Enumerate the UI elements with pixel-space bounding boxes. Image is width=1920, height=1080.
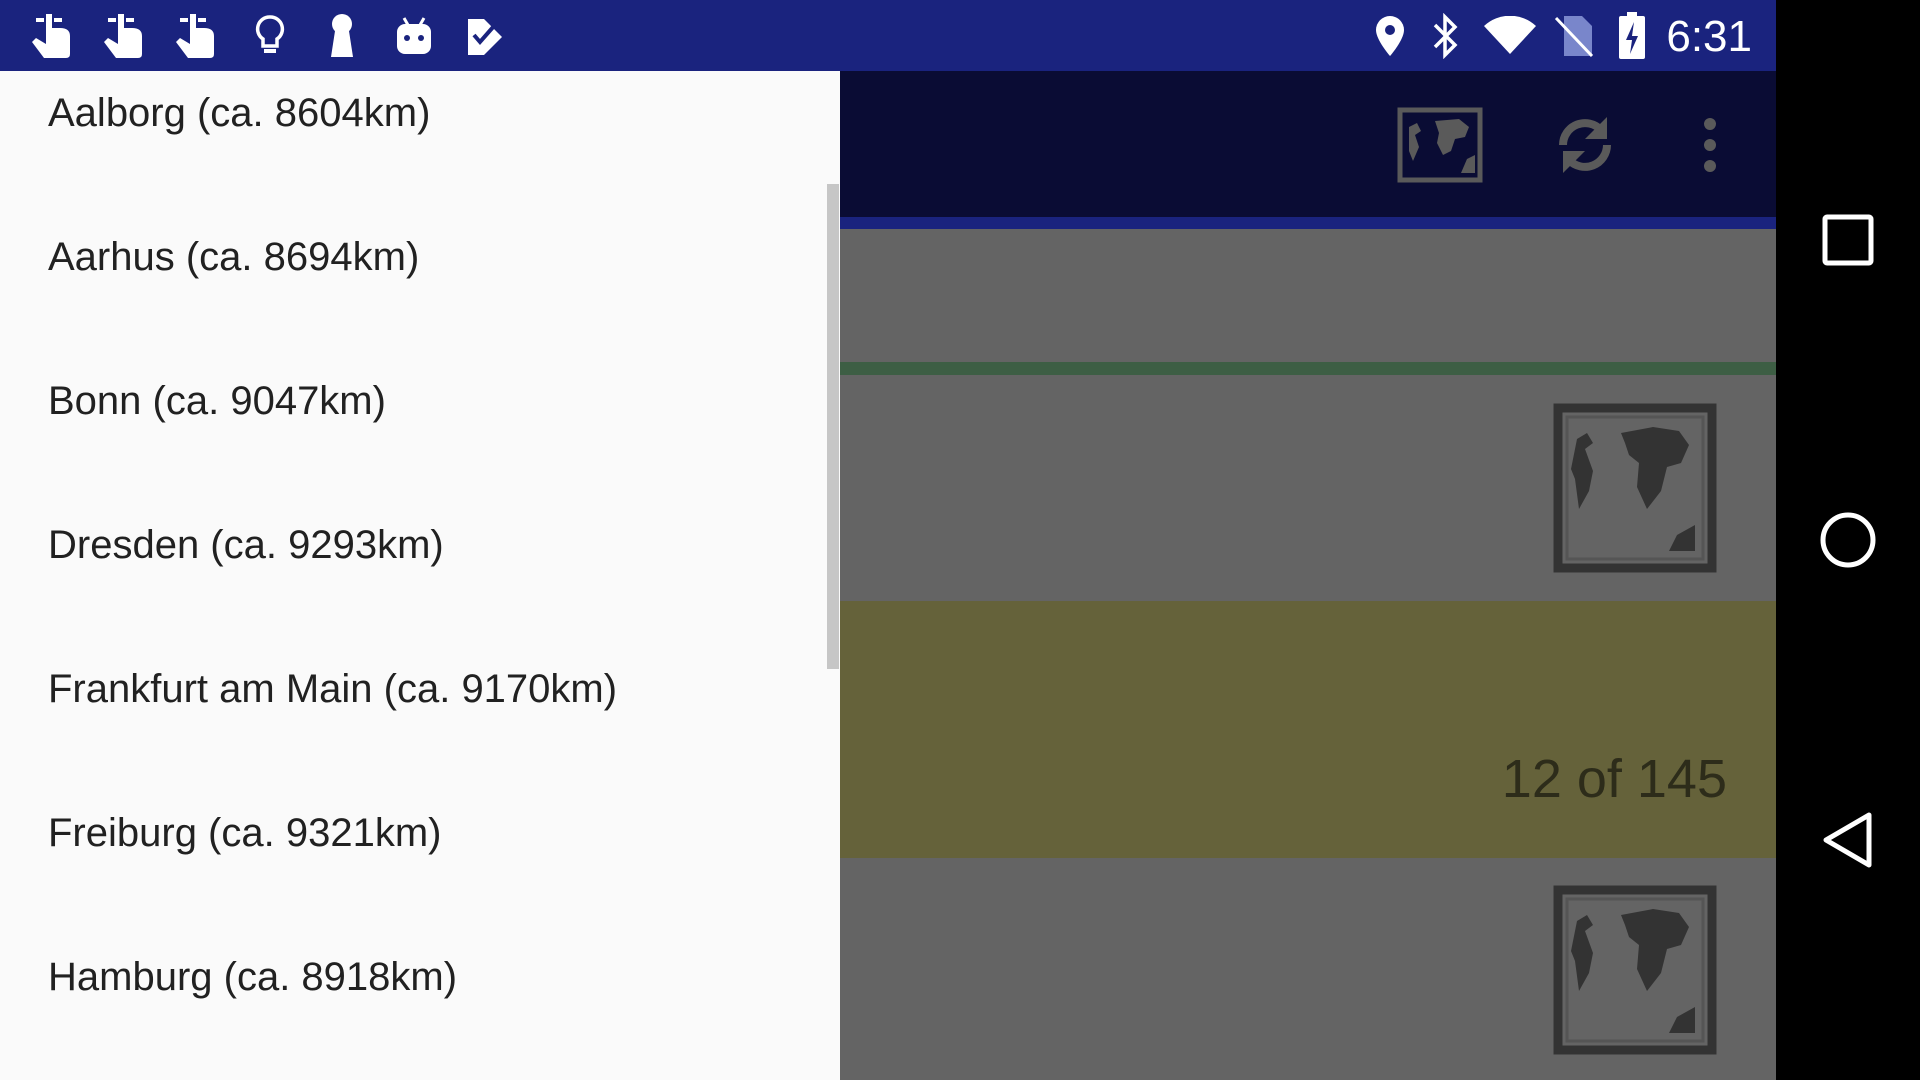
checkmark-icon — [462, 12, 510, 60]
navigation-drawer: Aalborg (ca. 8604km) Aarhus (ca. 8694km)… — [0, 71, 840, 1080]
refresh-button[interactable] — [1540, 100, 1630, 190]
keyhole-icon — [318, 12, 366, 60]
back-button[interactable] — [1812, 804, 1884, 876]
hand-pointer-icon — [28, 12, 76, 60]
item-counter: 12 of 145 — [1501, 749, 1727, 809]
wifi-icon — [1482, 12, 1538, 60]
overflow-menu-button[interactable] — [1665, 100, 1755, 190]
drawer-scrollbar[interactable] — [827, 184, 839, 669]
drawer-item-aarhus[interactable]: Aarhus (ca. 8694km) — [48, 235, 419, 280]
battery-charging-icon — [1608, 12, 1656, 60]
map-view-button[interactable] — [1395, 100, 1485, 190]
drawer-item-hamburg[interactable]: Hamburg (ca. 8918km) — [48, 955, 457, 1000]
lightbulb-icon — [246, 12, 294, 60]
home-button[interactable] — [1812, 504, 1884, 576]
status-clock: 6:31 — [1666, 12, 1752, 61]
refresh-icon — [1559, 117, 1611, 173]
map-thumbnail — [1553, 885, 1717, 1055]
recents-square-icon — [1822, 214, 1874, 266]
hand-pointer-icon — [100, 12, 148, 60]
bluetooth-icon — [1422, 12, 1470, 60]
more-vert-icon — [1704, 118, 1716, 172]
drawer-item-freiburg[interactable]: Freiburg (ca. 9321km) — [48, 811, 441, 856]
drawer-item-frankfurt[interactable]: Frankfurt am Main (ca. 9170km) — [48, 667, 617, 712]
no-sim-icon — [1550, 12, 1598, 60]
location-pin-icon — [1366, 12, 1414, 60]
map-thumbnail — [1553, 403, 1717, 573]
drawer-item-aalborg[interactable]: Aalborg (ca. 8604km) — [48, 91, 430, 136]
recents-button[interactable] — [1812, 204, 1884, 276]
system-nav-bar — [1776, 0, 1920, 1080]
status-bar: 6:31 — [0, 0, 1776, 71]
drawer-item-bonn[interactable]: Bonn (ca. 9047km) — [48, 379, 386, 424]
back-triangle-icon — [1823, 812, 1872, 868]
drawer-item-dresden[interactable]: Dresden (ca. 9293km) — [48, 523, 444, 568]
map-icon — [1553, 885, 1717, 1055]
map-icon — [1553, 403, 1717, 573]
home-circle-icon — [1820, 512, 1876, 568]
hand-pointer-icon — [172, 12, 220, 60]
map-icon — [1397, 107, 1483, 183]
android-icon — [390, 12, 438, 60]
